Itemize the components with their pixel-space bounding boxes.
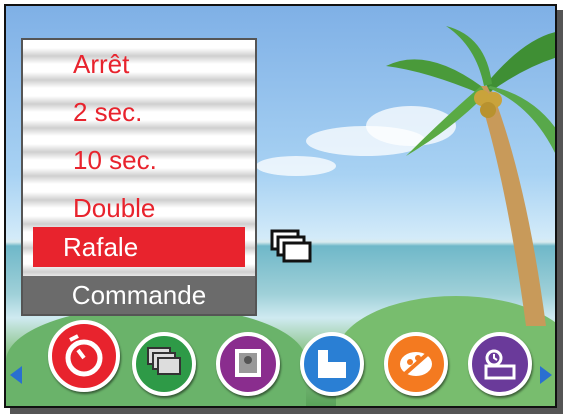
self-timer-icon[interactable] [48, 320, 120, 392]
palm-tree [386, 26, 555, 326]
menu-item-2-sec[interactable]: 2 sec. [23, 92, 255, 132]
scroll-left-arrow-icon[interactable] [10, 366, 22, 384]
screen-shadow-right [557, 10, 563, 414]
scroll-right-arrow-icon[interactable] [540, 366, 552, 384]
menu-title: Commande [23, 276, 255, 314]
burst-icon[interactable] [132, 332, 196, 396]
self-timer-menu: Arrêt 2 sec. 10 sec. Double Rafale Comma… [21, 38, 257, 316]
camera-screen: Arrêt 2 sec. 10 sec. Double Rafale Comma… [4, 4, 557, 408]
image-size-icon[interactable] [300, 332, 364, 396]
menu-item-off[interactable]: Arrêt [23, 44, 255, 84]
cloud [256, 156, 336, 176]
menu-item-burst[interactable]: Rafale [33, 227, 245, 267]
date-stamp-icon[interactable] [468, 332, 532, 396]
portrait-frame-icon[interactable] [216, 332, 280, 396]
burst-mode-icon [270, 229, 318, 265]
menu-item-10-sec[interactable]: 10 sec. [23, 140, 255, 180]
effect-palette-icon[interactable] [384, 332, 448, 396]
menu-item-double[interactable]: Double [23, 188, 255, 228]
screen-shadow-bottom [10, 408, 563, 414]
